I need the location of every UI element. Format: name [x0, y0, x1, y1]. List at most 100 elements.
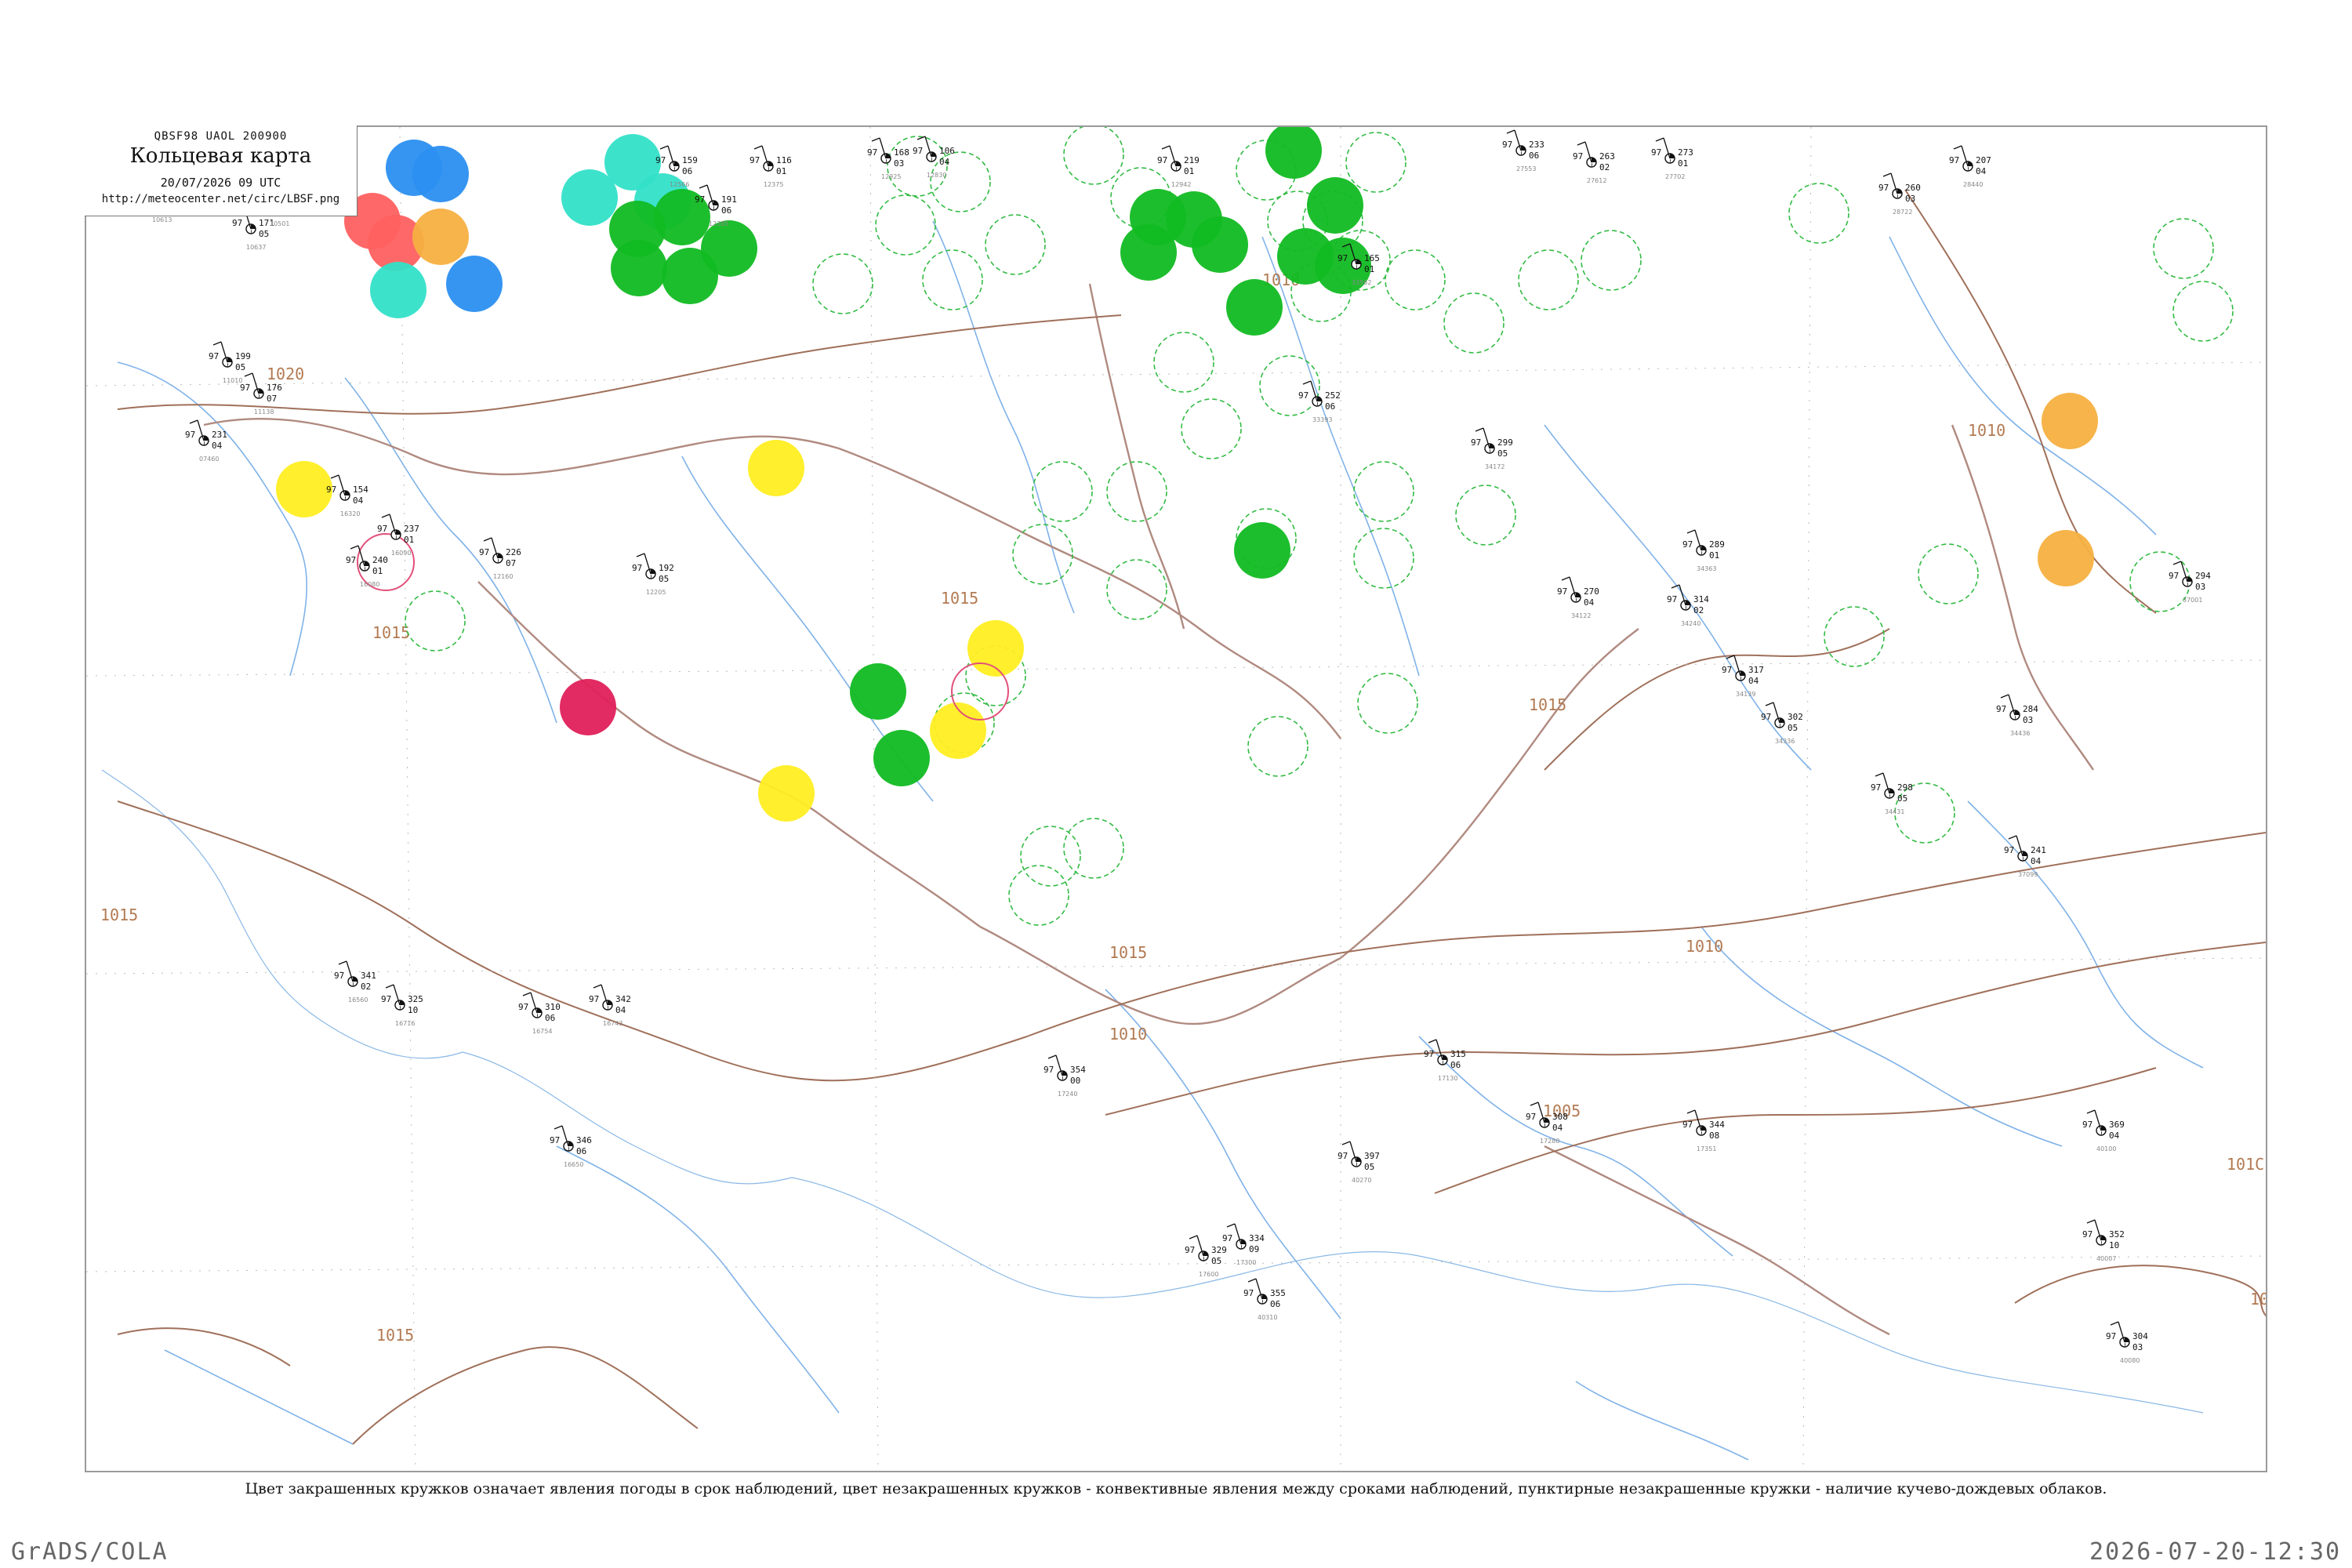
station-temperature: 97	[209, 351, 219, 361]
station-temperature: 97	[1526, 1112, 1536, 1122]
station-temperature: 97	[1682, 1120, 1693, 1130]
station-tendency: 05	[1497, 448, 1508, 459]
weather-station: 342 97 04 16743	[589, 984, 631, 1027]
weather-station: 233 97 06 27553	[1502, 129, 1544, 172]
wind-feather	[330, 474, 339, 479]
river	[344, 377, 557, 724]
station-index: 40007	[2096, 1255, 2116, 1262]
bulletin-code: QBSF98 UAOL 200900	[154, 130, 288, 143]
wind-feather	[1577, 141, 1586, 146]
station-pressure: 315	[1450, 1049, 1466, 1059]
station-tendency: 03	[2195, 582, 2205, 592]
footer-timestamp: 2026-07-20-12:30	[2089, 1538, 2341, 1566]
station-tendency: 05	[1788, 723, 1798, 733]
station-index: 34139	[1736, 691, 1755, 698]
wind-feather	[212, 341, 222, 346]
river	[1889, 236, 2157, 535]
station-index: 17600	[1199, 1271, 1218, 1278]
station-tendency: 10	[408, 1005, 418, 1015]
isobar-label: 1020	[267, 365, 304, 383]
wind-feather	[1882, 172, 1892, 177]
station-tendency: 02	[1599, 162, 1610, 172]
station-tendency: 10	[2109, 1240, 2119, 1250]
cb-cloud-circle	[1385, 249, 1446, 310]
station-temperature: 97	[589, 994, 599, 1004]
station-pressure: 106	[939, 146, 955, 156]
station-pressure: 165	[1364, 253, 1380, 263]
station-tendency: 06	[682, 166, 692, 176]
wind-feather	[1506, 129, 1515, 134]
isobar-label: 1010	[1686, 937, 1723, 956]
wind-feather	[699, 184, 708, 189]
station-tendency: 04	[353, 495, 364, 506]
station-temperature: 97	[1682, 539, 1693, 550]
isobar-label: 1015	[100, 906, 138, 924]
station-pressure: 273	[1678, 147, 1693, 158]
station-tendency: 03	[894, 158, 904, 169]
station-index: 16080	[360, 581, 379, 588]
wind-feather	[1875, 772, 1884, 777]
station-tendency: 01	[372, 566, 383, 576]
station-tendency: 04	[1584, 597, 1595, 608]
station-index: 34172	[1485, 463, 1504, 470]
weather-phenomena-layer	[276, 127, 2098, 822]
station-index: 34431	[1885, 808, 1904, 815]
station-pressure: 329	[1211, 1245, 1227, 1255]
coast	[462, 1051, 793, 1185]
wind-feather	[1953, 145, 1962, 150]
station-temperature: 97	[1338, 253, 1348, 263]
station-temperature: 97	[185, 430, 195, 440]
wind-feather	[1302, 380, 1312, 385]
station-pressure: 116	[776, 155, 792, 165]
weather-haze-marker	[2042, 393, 2098, 449]
station-temperature: 97	[1338, 1151, 1348, 1161]
station-pressure: 298	[1897, 782, 1913, 793]
station-temperature: 97	[632, 563, 642, 573]
wind-feather	[871, 137, 880, 142]
station-tendency: 06	[1450, 1060, 1461, 1070]
graticule	[86, 957, 2266, 975]
weather-station: 329 97 05 17600	[1185, 1235, 1227, 1278]
weather-station: 240 97 01 16080	[346, 545, 388, 588]
weather-station: 237 97 01 16090	[377, 514, 419, 557]
station-temperature: 97	[1878, 183, 1889, 193]
graticule	[86, 659, 2266, 677]
river	[1418, 1036, 1733, 1257]
station-tendency: 03	[2023, 715, 2033, 725]
river	[1575, 1381, 1749, 1461]
cb-cloud-circle	[985, 214, 1046, 275]
weather-station: 299 97 05 34172	[1471, 427, 1513, 470]
weather-fog-marker	[930, 702, 986, 759]
station-pressure: 334	[1249, 1233, 1265, 1243]
map-canvas: 1020101510151015101510151010101010101010…	[86, 127, 2267, 1471]
wind-feather	[2000, 694, 2009, 699]
weather-station: 344 97 08 17351	[1682, 1109, 1725, 1152]
wind-feather	[1765, 702, 1774, 706]
station-tendency: 04	[2031, 856, 2042, 866]
station-pressure: 192	[659, 563, 674, 573]
wind-feather	[636, 553, 645, 557]
station-temperature: 97	[2169, 571, 2179, 581]
coast	[1653, 1283, 2204, 1414]
station-temperature: 97	[655, 155, 666, 165]
station-tendency: 05	[1364, 1162, 1374, 1172]
station-pressure: 237	[404, 524, 419, 534]
station-pressure: 252	[1325, 390, 1341, 401]
wind-feather	[1475, 427, 1484, 432]
station-tendency: 04	[1748, 676, 1759, 686]
isobar-label: 10	[2250, 1290, 2267, 1308]
cb-cloud-circle	[1106, 461, 1167, 522]
wind-feather	[189, 419, 198, 424]
station-tendency: 05	[259, 229, 269, 239]
coast	[1183, 1251, 1655, 1292]
station-pressure: 270	[1584, 586, 1599, 597]
station-temperature: 97	[1044, 1065, 1054, 1075]
station-pressure: 299	[1497, 437, 1513, 448]
coast	[791, 1177, 1185, 1298]
station-index: 12830	[927, 172, 946, 179]
border	[838, 447, 1341, 739]
station-index: 17300	[1236, 1259, 1256, 1266]
river	[556, 1145, 840, 1414]
station-temperature: 97	[1471, 437, 1481, 448]
station-pressure: 207	[1976, 155, 1991, 165]
